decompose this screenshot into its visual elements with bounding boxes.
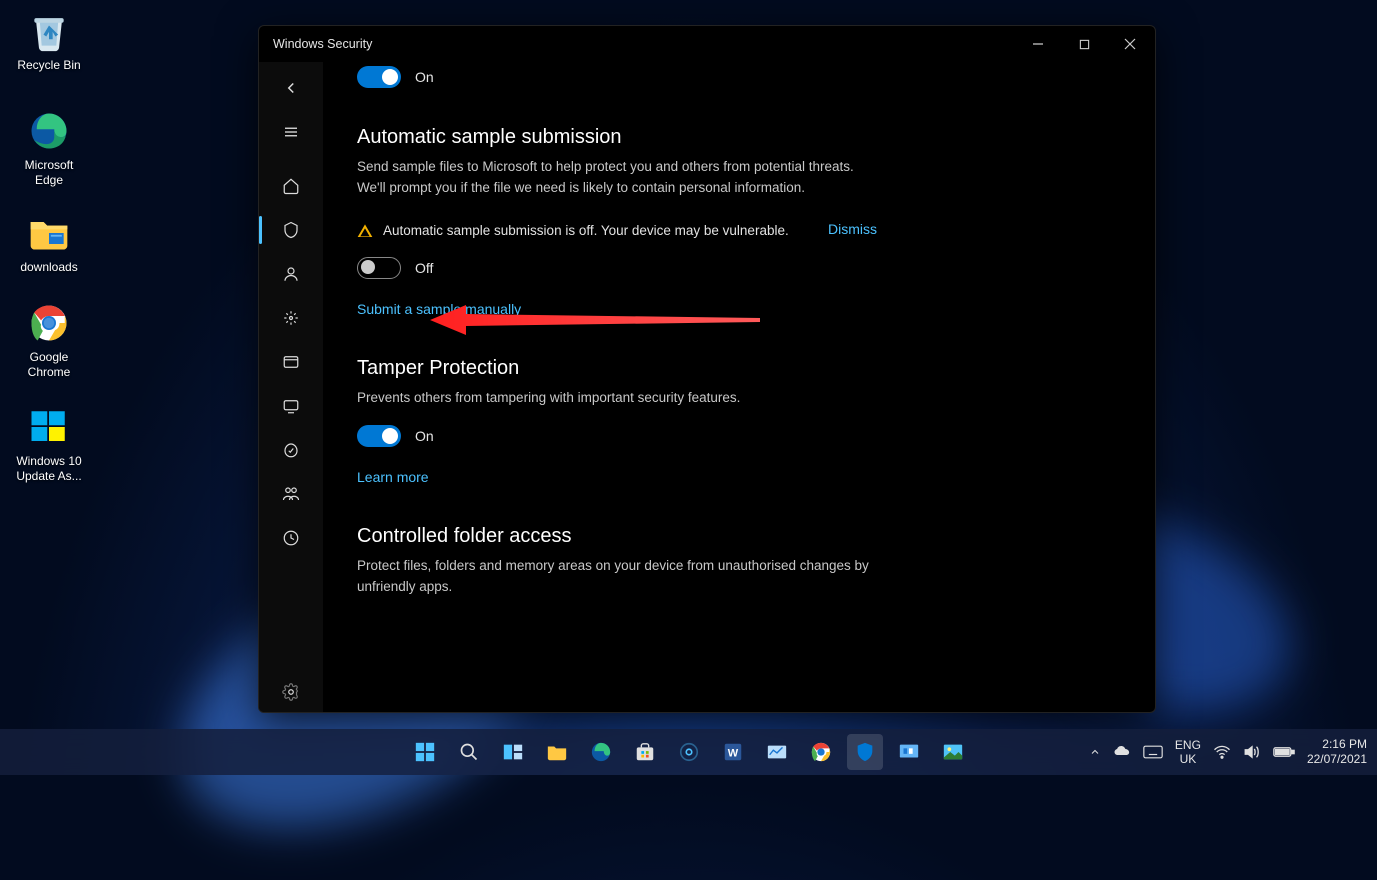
- submit-sample-manually-link[interactable]: Submit a sample manually: [357, 301, 521, 317]
- svg-text:W: W: [727, 748, 738, 760]
- sidebar-protection-history[interactable]: [259, 518, 323, 558]
- start-button[interactable]: [407, 734, 443, 770]
- toggle-label: On: [415, 428, 434, 444]
- sidebar-family-options[interactable]: [259, 474, 323, 514]
- tray-onedrive-icon[interactable]: [1113, 743, 1131, 761]
- learn-more-link[interactable]: Learn more: [357, 469, 429, 485]
- taskbar-store[interactable]: [627, 734, 663, 770]
- tray-clock[interactable]: 2:16 PM 22/07/2021: [1307, 737, 1367, 767]
- taskbar-chrome[interactable]: [803, 734, 839, 770]
- titlebar: Windows Security: [259, 26, 1155, 62]
- sidebar-virus-threat-protection[interactable]: [259, 210, 323, 250]
- tamper-protection-toggle[interactable]: [357, 425, 401, 447]
- windows-flag-icon: [26, 404, 72, 450]
- warning-text: Automatic sample submission is off. Your…: [383, 221, 798, 241]
- cloud-protection-toggle[interactable]: [357, 66, 401, 88]
- chrome-icon: [26, 300, 72, 346]
- desktop-icon-label: Windows 10 Update As...: [10, 454, 88, 484]
- sidebar-settings[interactable]: [259, 672, 323, 712]
- windows-security-window: Windows Security On: [258, 25, 1156, 713]
- taskbar-edge[interactable]: [583, 734, 619, 770]
- task-view-button[interactable]: [495, 734, 531, 770]
- automatic-sample-submission-toggle[interactable]: [357, 257, 401, 279]
- taskbar-word[interactable]: W: [715, 734, 751, 770]
- desktop-icon-chrome[interactable]: Google Chrome: [10, 300, 88, 380]
- taskbar-photos[interactable]: [935, 734, 971, 770]
- section-title-controlled-folder-access: Controlled folder access: [357, 525, 1121, 548]
- desktop-icon-recycle-bin[interactable]: Recycle Bin: [10, 8, 88, 73]
- tray-battery-icon[interactable]: [1273, 745, 1295, 759]
- folder-icon: [26, 210, 72, 256]
- desktop-icon-label: downloads: [10, 260, 88, 275]
- tray-volume-icon[interactable]: [1243, 743, 1261, 761]
- sidebar-device-performance[interactable]: [259, 430, 323, 470]
- taskbar: W ENG UK 2:16 PM 22/07/2021: [0, 729, 1377, 775]
- content-area[interactable]: On Automatic sample submission Send samp…: [323, 62, 1155, 712]
- section-desc: Protect files, folders and memory areas …: [357, 556, 877, 598]
- menu-button[interactable]: [259, 112, 323, 152]
- tray-language[interactable]: ENG UK: [1175, 738, 1201, 767]
- toggle-label: On: [415, 69, 434, 85]
- taskbar-windows-security[interactable]: [847, 734, 883, 770]
- desktop-icon-windows-update[interactable]: Windows 10 Update As...: [10, 404, 88, 484]
- toggle-label: Off: [415, 260, 433, 276]
- taskbar-center: W: [407, 734, 971, 770]
- tray-chevron-icon[interactable]: [1089, 746, 1101, 758]
- back-button[interactable]: [259, 68, 323, 108]
- desktop-icon-downloads[interactable]: downloads: [10, 210, 88, 275]
- section-desc: Prevents others from tampering with impo…: [357, 388, 877, 409]
- warning-icon: [357, 223, 373, 239]
- taskbar-explorer[interactable]: [539, 734, 575, 770]
- section-desc: Send sample files to Microsoft to help p…: [357, 157, 877, 199]
- dismiss-link[interactable]: Dismiss: [828, 221, 877, 237]
- taskbar-settings[interactable]: [671, 734, 707, 770]
- sidebar-account-protection[interactable]: [259, 254, 323, 294]
- warning-row: Automatic sample submission is off. Your…: [357, 221, 877, 241]
- section-title-tamper-protection: Tamper Protection: [357, 357, 1121, 380]
- search-button[interactable]: [451, 734, 487, 770]
- desktop-icon-edge[interactable]: Microsoft Edge: [10, 108, 88, 188]
- sidebar-device-security[interactable]: [259, 386, 323, 426]
- maximize-button[interactable]: [1061, 26, 1107, 62]
- taskbar-app-1[interactable]: [759, 734, 795, 770]
- sidebar-home[interactable]: [259, 166, 323, 206]
- tray-keyboard-icon[interactable]: [1143, 745, 1163, 759]
- desktop-icon-label: Google Chrome: [10, 350, 88, 380]
- sidebar-app-browser-control[interactable]: [259, 342, 323, 382]
- sidebar: [259, 62, 323, 712]
- window-title: Windows Security: [273, 37, 1015, 51]
- taskbar-app-2[interactable]: [891, 734, 927, 770]
- minimize-button[interactable]: [1015, 26, 1061, 62]
- desktop-icon-label: Microsoft Edge: [10, 158, 88, 188]
- desktop-icon-label: Recycle Bin: [10, 58, 88, 73]
- recycle-bin-icon: [26, 8, 72, 54]
- sidebar-firewall-network[interactable]: [259, 298, 323, 338]
- tray-wifi-icon[interactable]: [1213, 743, 1231, 761]
- close-button[interactable]: [1107, 26, 1153, 62]
- system-tray: ENG UK 2:16 PM 22/07/2021: [1089, 737, 1367, 767]
- edge-icon: [26, 108, 72, 154]
- section-title-automatic-sample-submission: Automatic sample submission: [357, 126, 1121, 149]
